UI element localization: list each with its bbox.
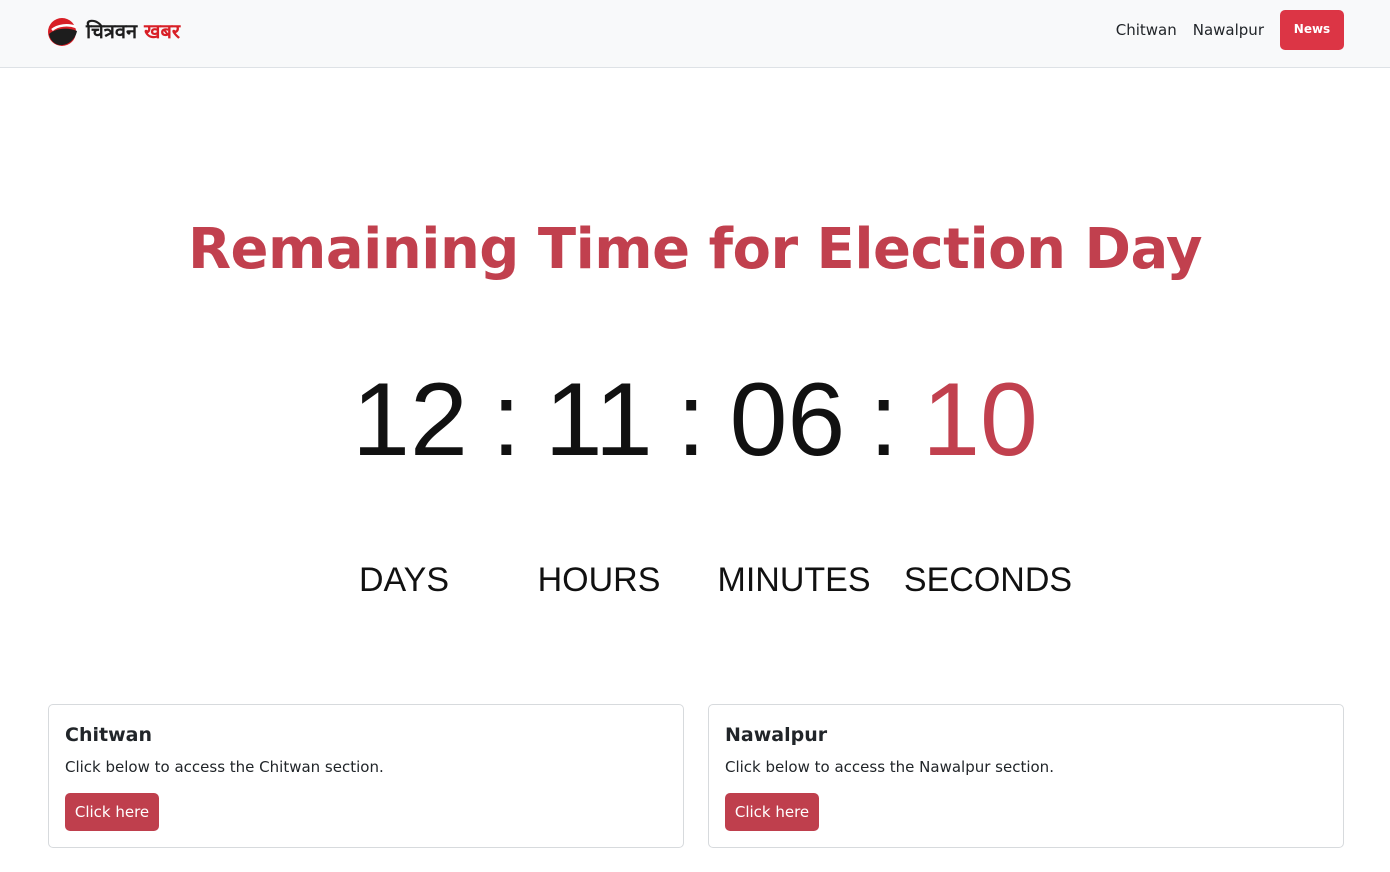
brand-logo[interactable]: चित्रवन खबर bbox=[46, 14, 180, 48]
countdown-seconds-value: 10 bbox=[922, 362, 1038, 478]
countdown-hours-value: 11 bbox=[544, 362, 653, 478]
brand-name-part2: खबर bbox=[144, 19, 181, 43]
countdown-separator: : bbox=[869, 362, 899, 478]
countdown-minutes-label: MINUTES bbox=[717, 561, 871, 599]
navbar: चित्रवन खबर Chitwan Nawalpur News bbox=[0, 0, 1390, 68]
brand-logo-icon bbox=[48, 18, 77, 46]
card-title: Chitwan bbox=[65, 724, 152, 746]
countdown-days-label: DAYS bbox=[358, 561, 450, 599]
card-title: Nawalpur bbox=[725, 724, 828, 746]
countdown-seconds-label: SECONDS bbox=[903, 561, 1073, 599]
countdown-days-value: 12 bbox=[352, 362, 468, 478]
card-text: Click below to access the Nawalpur secti… bbox=[725, 758, 1054, 776]
brand-name-part1: चित्रवन bbox=[86, 19, 138, 43]
page-title: Remaining Time for Election Day bbox=[187, 217, 1203, 282]
nav-link-nawalpur[interactable]: Nawalpur bbox=[1193, 21, 1264, 39]
brand-name: चित्रवन खबर bbox=[86, 14, 180, 48]
countdown-separator: : bbox=[676, 362, 706, 478]
chitwan-click-here-button[interactable]: Click here bbox=[65, 793, 159, 831]
nav-link-chitwan[interactable]: Chitwan bbox=[1116, 21, 1177, 39]
card-nawalpur: Nawalpur Click below to access the Nawal… bbox=[708, 704, 1344, 848]
countdown-separator: : bbox=[491, 362, 521, 478]
nawalpur-click-here-button[interactable]: Click here bbox=[725, 793, 819, 831]
countdown-minutes-value: 06 bbox=[729, 362, 846, 478]
nav-links: Chitwan Nawalpur News bbox=[1116, 10, 1344, 50]
countdown-hours-label: HOURS bbox=[537, 561, 661, 599]
card-text: Click below to access the Chitwan sectio… bbox=[65, 758, 384, 776]
news-button[interactable]: News bbox=[1280, 10, 1344, 50]
card-chitwan: Chitwan Click below to access the Chitwa… bbox=[48, 704, 684, 848]
countdown-timer: 12 : 11 : 06 : 10 bbox=[0, 360, 1390, 480]
